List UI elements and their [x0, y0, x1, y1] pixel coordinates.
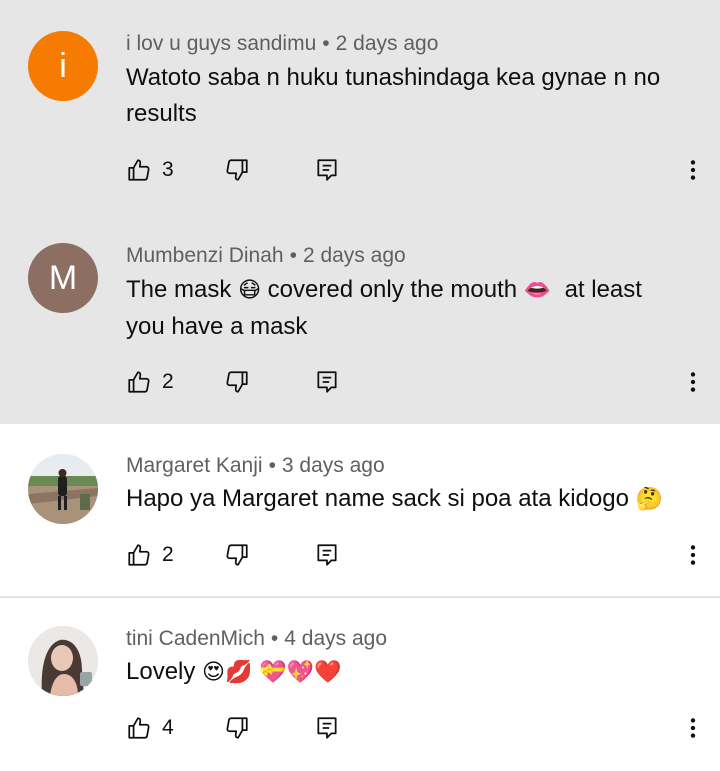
comment-item: tini CadenMich • 4 days ago Lovely 😍💋 💝💖❤️… — [0, 598, 720, 771]
thumbs-down-icon — [224, 715, 250, 741]
comment-item: i i lov u guys sandimu • 2 days ago Watoto… — [0, 0, 720, 212]
author-name[interactable]: Margaret Kanji — [126, 454, 263, 477]
avatar[interactable]: i — [28, 31, 98, 101]
thumbs-down-icon — [224, 369, 250, 395]
comment-text: The mask 😷 covered only the mouth 👄 at l… — [126, 272, 686, 345]
comment-time: 2 days ago — [302, 244, 406, 267]
comment-meta: i lov u guys sandimu • 2 days ago — [126, 32, 438, 56]
more-options-button[interactable] — [680, 157, 706, 188]
like-button[interactable]: 2 — [126, 369, 174, 395]
thumbs-up-icon — [126, 157, 152, 183]
avatar-photo — [28, 626, 98, 696]
dislike-button[interactable] — [224, 157, 250, 183]
thumbs-up-icon — [126, 369, 152, 395]
avatar[interactable]: M — [28, 243, 98, 313]
reply-button[interactable] — [314, 542, 340, 568]
more-options-button[interactable] — [680, 715, 706, 746]
more-vertical-icon — [680, 160, 706, 187]
like-count: 2 — [162, 543, 174, 566]
comment-meta: tini CadenMich • 4 days ago — [126, 627, 387, 651]
comment-actions: 3 — [126, 157, 720, 187]
reply-comment-icon — [314, 715, 340, 741]
comment-time: 4 days ago — [284, 627, 388, 650]
like-button[interactable]: 4 — [126, 715, 174, 741]
emoji-sequence: 😍💋 💝💖❤️ — [202, 660, 342, 685]
meta-separator: • — [322, 32, 330, 55]
meta-separator: • — [270, 627, 279, 650]
dislike-button[interactable] — [224, 715, 250, 741]
comment-actions: 4 — [126, 715, 720, 745]
comment-text: Lovely 😍💋 💝💖❤️ — [126, 654, 686, 691]
meta-separator: • — [289, 244, 297, 267]
thumbs-down-icon — [224, 542, 250, 568]
dislike-button[interactable] — [224, 542, 250, 568]
dislike-button[interactable] — [224, 369, 250, 395]
thinking-emoji: 🤔 — [635, 487, 664, 512]
more-vertical-icon — [680, 372, 706, 399]
like-button[interactable]: 2 — [126, 542, 174, 568]
avatar-letter: M — [48, 258, 78, 297]
comment-meta: Margaret Kanji • 3 days ago — [126, 454, 385, 478]
like-count: 4 — [162, 716, 174, 739]
comment-time: 3 days ago — [281, 454, 385, 477]
author-name[interactable]: Mumbenzi Dinah — [126, 244, 284, 267]
comment-time: 2 days ago — [335, 32, 439, 55]
avatar[interactable] — [28, 454, 98, 524]
more-options-button[interactable] — [680, 369, 706, 400]
thumbs-down-icon — [224, 157, 250, 183]
avatar[interactable] — [28, 626, 98, 696]
reply-comment-icon — [314, 369, 340, 395]
reply-button[interactable] — [314, 369, 340, 395]
thumbs-up-icon — [126, 715, 152, 741]
author-name[interactable]: i lov u guys sandimu — [126, 32, 316, 55]
avatar-letter: i — [59, 46, 67, 85]
meta-separator: • — [268, 454, 276, 477]
comment-text-part: covered only the mouth — [267, 276, 518, 303]
avatar-photo — [28, 454, 98, 524]
comment-meta: Mumbenzi Dinah • 2 days ago — [126, 244, 406, 268]
thumbs-up-icon — [126, 542, 152, 568]
reply-button[interactable] — [314, 157, 340, 183]
reply-comment-icon — [314, 542, 340, 568]
like-count: 3 — [162, 158, 174, 181]
like-button[interactable]: 3 — [126, 157, 174, 183]
comment-text-part: Hapo ya Margaret name sack si poa ata ki… — [126, 485, 629, 512]
comment-text: Watoto saba n huku tunashindaga kea gyna… — [126, 64, 661, 127]
reply-button[interactable] — [314, 715, 340, 741]
comment-item: M Mumbenzi Dinah • 2 days ago The mask 😷 c… — [0, 212, 720, 424]
reply-comment-icon — [314, 157, 340, 183]
comment-actions: 2 — [126, 369, 720, 399]
comment-text: Hapo ya Margaret name sack si poa ata ki… — [126, 481, 686, 518]
author-name[interactable]: tini CadenMich — [126, 627, 265, 650]
more-vertical-icon — [680, 718, 706, 745]
comment-item: Margaret Kanji • 3 days ago Hapo ya Margar… — [0, 424, 720, 598]
comment-text-part: The mask — [126, 276, 232, 303]
more-options-button[interactable] — [680, 542, 706, 573]
mask-emoji: 😷 — [238, 278, 261, 303]
more-vertical-icon — [680, 545, 706, 572]
like-count: 2 — [162, 370, 174, 393]
comment-actions: 2 — [126, 542, 720, 572]
comment-text-part: Lovely — [126, 658, 196, 685]
lips-emoji: 👄 — [523, 278, 552, 303]
